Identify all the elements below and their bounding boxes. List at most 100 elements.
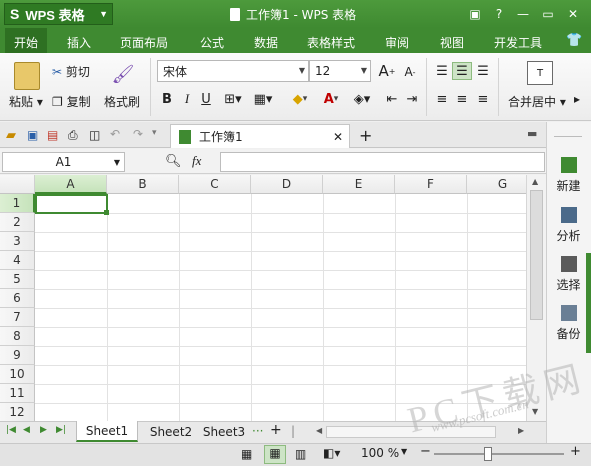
prev-sheet-icon[interactable]: ◀ <box>23 425 30 435</box>
active-cell-A1[interactable] <box>35 194 108 214</box>
workbook-tab[interactable]: 工作簿1 ✕ <box>170 124 350 148</box>
last-sheet-icon[interactable]: ▶| <box>56 425 66 435</box>
tab-view[interactable]: 视图 <box>440 34 464 51</box>
scroll-right-icon[interactable]: ▶ <box>518 426 524 435</box>
align-bottom-icon[interactable]: ☰ <box>474 62 492 80</box>
align-top-icon[interactable]: ☰ <box>433 62 451 80</box>
ribbon-scroll-right-icon[interactable]: ▸ <box>574 92 580 106</box>
row-header[interactable]: 8 <box>0 327 35 346</box>
quick-access-more-icon[interactable]: ▾ <box>152 128 157 138</box>
copy-button[interactable]: ❐ 复制 <box>52 93 91 110</box>
new-tab-icon[interactable]: + <box>359 126 372 145</box>
column-header[interactable]: G <box>467 175 526 194</box>
close-button[interactable]: ✕ <box>562 4 584 24</box>
shirt-skin-icon[interactable]: 👕 <box>566 33 582 48</box>
zoom-in-icon[interactable]: + <box>570 444 581 459</box>
help-icon[interactable]: ? <box>488 4 510 24</box>
row-header[interactable]: 10 <box>0 365 35 384</box>
normal-view-icon[interactable]: ▦ <box>241 447 252 461</box>
format-painter-icon[interactable]: 🖌 <box>112 62 135 86</box>
row-header[interactable]: 9 <box>0 346 35 365</box>
bold-icon[interactable]: B <box>160 90 174 108</box>
tab-developer[interactable]: 开发工具 <box>494 34 542 51</box>
zoom-dropdown-icon[interactable]: ▼ <box>401 447 407 456</box>
tab-insert[interactable]: 插入 <box>67 34 91 51</box>
increase-font-icon[interactable]: A + <box>376 61 398 81</box>
indent-increase-icon[interactable]: ⇥ <box>403 90 421 108</box>
undo-icon[interactable]: ↶ <box>110 127 120 141</box>
zoom-slider-track[interactable] <box>434 453 564 455</box>
merge-center-button[interactable]: 合并居中 ▾ <box>508 93 566 110</box>
paste-icon[interactable] <box>14 62 40 90</box>
row-header[interactable]: 3 <box>0 232 35 251</box>
cut-button[interactable]: ✂ 剪切 <box>52 63 90 80</box>
row-header[interactable]: 1 <box>0 194 35 213</box>
font-name-select[interactable]: 宋体 ▼ <box>157 60 309 82</box>
pane-collapse-handle[interactable] <box>586 253 591 353</box>
select-all-corner[interactable] <box>0 175 35 194</box>
tab-review[interactable]: 审阅 <box>385 34 409 51</box>
font-color-icon[interactable]: A ▾ <box>318 89 344 109</box>
save-icon[interactable]: ▣ <box>27 128 38 142</box>
fill-handle[interactable] <box>104 210 109 215</box>
open-folder-icon[interactable]: ▰ <box>6 128 16 143</box>
minimize-button[interactable]: — <box>512 4 534 24</box>
tab-data[interactable]: 数据 <box>254 34 278 51</box>
merge-center-icon[interactable]: T <box>527 61 553 85</box>
row-header[interactable]: 11 <box>0 384 35 403</box>
align-middle-icon[interactable]: ☰ <box>452 62 472 80</box>
sheet-tab-sheet1[interactable]: Sheet1 <box>76 421 138 442</box>
row-header[interactable]: 4 <box>0 251 35 270</box>
formula-input[interactable] <box>220 152 545 172</box>
underline-icon[interactable]: U <box>199 90 213 108</box>
first-sheet-icon[interactable]: |◀ <box>6 425 16 435</box>
sheet-tab-sheet3[interactable]: Sheet3 <box>202 421 246 442</box>
scrollbar-thumb[interactable] <box>530 190 543 320</box>
export-pdf-icon[interactable]: ▤ <box>47 128 58 142</box>
column-header[interactable]: E <box>323 175 395 194</box>
column-header[interactable]: B <box>107 175 179 194</box>
align-left-icon[interactable]: ≡ <box>433 90 451 108</box>
align-center-icon[interactable]: ≡ <box>453 90 471 108</box>
skin-icon[interactable]: ▣ <box>464 4 486 24</box>
row-header[interactable]: 2 <box>0 213 35 232</box>
name-box[interactable]: A1 ▼ <box>2 152 125 172</box>
page-break-view-icon[interactable]: ▥ <box>295 447 306 461</box>
scroll-up-icon[interactable]: ▲ <box>532 177 538 186</box>
app-menu-button[interactable]: S WPS 表格 ▼ <box>4 3 113 25</box>
column-header[interactable]: D <box>251 175 323 194</box>
fill-pattern-icon[interactable]: ▦▾ <box>250 90 276 108</box>
row-header[interactable]: 6 <box>0 289 35 308</box>
add-sheet-icon[interactable]: + <box>270 422 282 438</box>
pane-new-button[interactable]: 新建 <box>546 157 591 194</box>
tab-formulas[interactable]: 公式 <box>200 34 224 51</box>
align-right-icon[interactable]: ≡ <box>474 90 492 108</box>
tab-home[interactable]: 开始 <box>14 34 38 51</box>
close-tab-icon[interactable]: ✕ <box>333 130 343 144</box>
fullscreen-icon[interactable]: ◧▾ <box>323 446 340 460</box>
font-size-select[interactable]: 12 ▼ <box>309 60 371 82</box>
zoom-slider-thumb[interactable] <box>484 447 492 461</box>
clear-format-icon[interactable]: ◈▾ <box>348 90 376 108</box>
fx-icon[interactable]: fx <box>192 153 201 169</box>
italic-icon[interactable]: I <box>180 90 194 108</box>
print-preview-icon[interactable]: ◫ <box>89 128 100 142</box>
scroll-left-icon[interactable]: ◀ <box>316 426 322 435</box>
redo-icon[interactable]: ↷ <box>133 127 143 141</box>
pane-analyze-button[interactable]: 分析 <box>546 207 591 244</box>
column-header[interactable]: C <box>179 175 251 194</box>
zoom-out-icon[interactable]: − <box>420 444 431 459</box>
zoom-level[interactable]: 100 % <box>361 446 399 460</box>
row-header[interactable]: 7 <box>0 308 35 327</box>
tab-page-layout[interactable]: 页面布局 <box>120 34 168 51</box>
page-layout-view-icon[interactable]: ▦ <box>264 445 286 464</box>
zoom-lens-icon[interactable]: 🔍︎ <box>165 154 182 169</box>
indent-decrease-icon[interactable]: ⇤ <box>383 90 401 108</box>
print-icon[interactable]: ⎙ <box>68 128 78 143</box>
borders-icon[interactable]: ⊞▾ <box>221 90 245 108</box>
maximize-button[interactable]: ▭ <box>537 4 559 24</box>
row-header[interactable]: 5 <box>0 270 35 289</box>
column-header[interactable]: F <box>395 175 467 194</box>
sheet-tab-sheet2[interactable]: Sheet2 <box>140 421 202 442</box>
more-sheets-icon[interactable]: ··· <box>252 424 263 438</box>
